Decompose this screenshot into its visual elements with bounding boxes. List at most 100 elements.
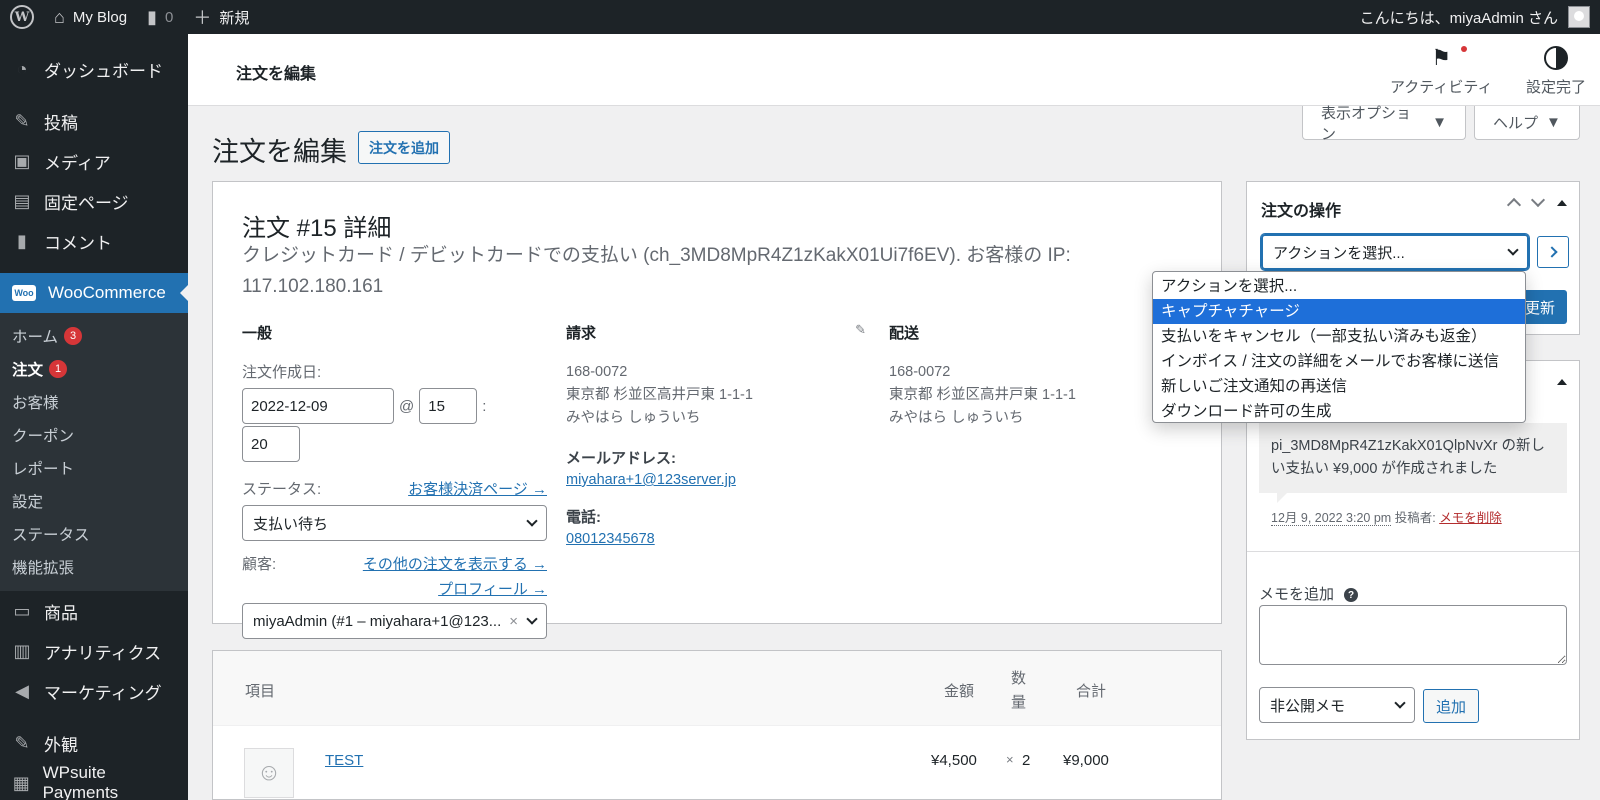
note-type-select[interactable]: 非公開メモ (1259, 687, 1415, 723)
help-button[interactable]: ヘルプ ▼ (1474, 106, 1580, 140)
sidebar-item-label: メディア (44, 153, 111, 173)
comments-link[interactable]: ▮ 0 (137, 0, 183, 34)
apply-action-button[interactable] (1537, 236, 1569, 268)
order-heading: 注文 #15 詳細 (242, 215, 392, 242)
submenu-item-coupons[interactable]: クーポン (0, 418, 188, 451)
new-content-link[interactable]: ＋ 新規 (183, 0, 259, 34)
dropdown-option-highlighted[interactable]: キャプチャチャージ (1153, 299, 1525, 324)
order-date-input[interactable]: 2022-12-09 (242, 388, 394, 424)
submenu-label: ホーム (12, 328, 59, 346)
megaphone-icon: ◀ (15, 680, 29, 701)
panel-controls (1557, 375, 1567, 385)
dropdown-option[interactable]: 新しいご注文通知の再送信 (1153, 374, 1525, 399)
wp-logo-menu[interactable]: W (0, 0, 44, 34)
sidebar-item-dashboard[interactable]: ◔ ダッシュボード (0, 49, 188, 89)
submenu-label: 注文 (12, 361, 44, 379)
customer-payment-page-link[interactable]: お客様決済ページ → (408, 478, 547, 499)
submenu-item-customers[interactable]: お客様 (0, 385, 188, 418)
shipping-heading: 配送 (889, 325, 920, 342)
dropdown-option[interactable]: ダウンロード許可の生成 (1153, 399, 1525, 422)
submenu-label: 設定 (12, 493, 44, 511)
order-action-value: アクションを選択... (1273, 244, 1405, 262)
billing-head: 請求 ✎ (566, 322, 866, 361)
submenu-item-orders[interactable]: 注文 1 (0, 352, 188, 385)
status-row: ステータス: お客様決済ページ → (242, 478, 547, 499)
chevron-right-icon (1545, 246, 1558, 258)
date-row: 2022-12-09 @ 15 : (242, 388, 542, 424)
clear-icon[interactable]: × (509, 613, 518, 630)
sidebar-item-appearance[interactable]: ✎ 外観 (0, 723, 188, 763)
delete-note-link[interactable]: メモを削除 (1439, 511, 1502, 525)
order-action-select[interactable]: アクションを選択... (1261, 234, 1529, 270)
pencil-icon[interactable]: ✎ (855, 322, 866, 361)
sidebar-item-label: マーケティング (44, 683, 162, 703)
toggle-panel-icon[interactable] (1557, 379, 1567, 385)
sidebar-item-comments[interactable]: ▮ コメント (0, 221, 188, 261)
add-note-button[interactable]: 追加 (1423, 689, 1480, 723)
archive-icon: ▭ (13, 600, 31, 621)
my-account-menu[interactable]: こんにちは、miyaAdmin さん (1360, 6, 1600, 28)
sidebar-item-marketing[interactable]: ◀ マーケティング (0, 671, 188, 711)
dropdown-option[interactable]: インボイス / 注文の詳細をメールでお客様に送信 (1153, 349, 1525, 374)
caret-down-icon: ▼ (1432, 114, 1447, 131)
admin-sidebar: ◔ ダッシュボード ✎ 投稿 ▣ メディア ▤ 固定ページ ▮ コメント Woo… (0, 34, 188, 800)
sidebar-item-posts[interactable]: ✎ 投稿 (0, 101, 188, 141)
flag-icon: ⚑ (1431, 44, 1468, 72)
col-qty-1: 数 (1011, 670, 1027, 687)
customer-select[interactable]: miyaAdmin (#1 – miyahara+1@123... × (242, 603, 547, 639)
sidebar-item-wpsuite[interactable]: ▦ WPsuite Payments (0, 763, 188, 800)
sidebar-item-label: WPsuite Payments (42, 763, 119, 800)
order-status-select[interactable]: 支払い待ち (242, 505, 547, 541)
add-order-button[interactable]: 注文を追加 (358, 131, 450, 164)
activity-button[interactable]: ⚑ アクティビティ (1390, 44, 1492, 97)
sidebar-item-woocommerce[interactable]: Woo WooCommerce (0, 273, 188, 313)
order-hour-input[interactable]: 15 (419, 388, 478, 424)
sidebar-item-media[interactable]: ▣ メディア (0, 141, 188, 181)
greeting: こんにちは、miyaAdmin さん (1359, 9, 1558, 27)
billing-heading: 請求 (566, 325, 597, 342)
wordpress-icon: W (10, 5, 34, 29)
shipping-column: 配送 168-0072 東京都 杉並区高井戸東 1-1-1 みやはら しゅういち (889, 322, 1189, 430)
billing-phone-link[interactable]: 08012345678 (566, 531, 866, 547)
item-name-link[interactable]: TEST (325, 752, 363, 769)
chevron-down-icon (1507, 244, 1519, 256)
submenu-item-extensions[interactable]: 機能拡張 (0, 550, 188, 583)
move-up-icon[interactable] (1506, 197, 1522, 213)
profile-link[interactable]: プロフィール → (438, 581, 547, 598)
sidebar-item-pages[interactable]: ▤ 固定ページ (0, 181, 188, 221)
sidebar-item-products[interactable]: ▭ 商品 (0, 591, 188, 631)
help-icon[interactable]: ? (1344, 588, 1359, 603)
note-meta: 12月 9, 2022 3:20 pm 投稿者: メモを削除 (1271, 507, 1502, 526)
billing-postal: 168-0072 (566, 364, 628, 380)
move-down-icon[interactable] (1530, 192, 1546, 208)
submenu-item-reports[interactable]: レポート (0, 451, 188, 484)
sidebar-item-analytics[interactable]: ▥ アナリティクス (0, 631, 188, 671)
col-item: 項目 (245, 683, 276, 700)
submenu-item-status[interactable]: ステータス (0, 517, 188, 550)
submenu-label: 機能拡張 (12, 559, 75, 577)
setup-complete-button[interactable]: 設定完了 (1526, 44, 1586, 97)
site-name-link[interactable]: ⌂ My Blog (44, 0, 137, 34)
comments-count: 0 (164, 8, 174, 26)
other-orders-link[interactable]: その他の注文を表示する → (363, 553, 547, 574)
customer-value: miyaAdmin (#1 – miyahara+1@123... (253, 612, 502, 630)
header-title: 注文を編集 (236, 66, 317, 83)
order-data-panel: 注文 #15 詳細 クレジットカード / デビットカードでの支払い (ch_3M… (212, 181, 1222, 639)
submenu-item-home[interactable]: ホーム 3 (0, 319, 188, 352)
date-created-label: 注文作成日: (242, 364, 322, 381)
submenu-label: レポート (12, 460, 75, 478)
order-actions-title: 注文の操作 (1261, 203, 1342, 220)
comment-icon: ▮ (17, 230, 27, 251)
item-total: ¥9,000 (1063, 752, 1109, 769)
sidebar-item-label: コメント (44, 233, 112, 253)
dropdown-option[interactable]: 支払いをキャンセル（一部支払い済みも返金） (1153, 324, 1525, 349)
screen-options-button[interactable]: 表示オプション ▼ (1302, 105, 1466, 143)
dropdown-option[interactable]: アクションを選択... (1153, 274, 1525, 299)
toggle-panel-icon[interactable] (1557, 200, 1567, 206)
submenu-item-settings[interactable]: 設定 (0, 484, 188, 517)
avatar (1568, 6, 1590, 28)
order-minute-input[interactable]: 20 (242, 426, 300, 462)
note-textarea[interactable] (1259, 605, 1567, 665)
customer-label: 顧客: (242, 556, 277, 573)
billing-email-link[interactable]: miyahara+1@123server.jp (566, 472, 866, 488)
